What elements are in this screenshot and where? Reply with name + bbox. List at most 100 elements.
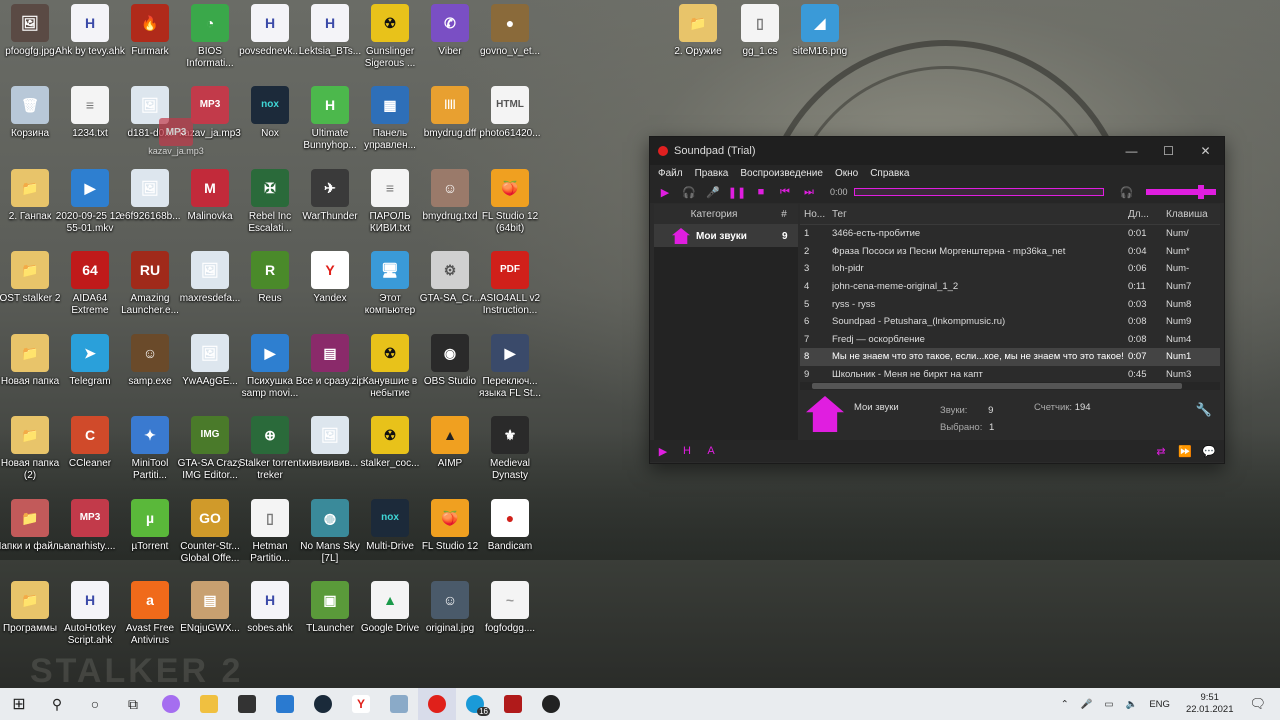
desktop-icon-image: 🖼 <box>191 334 229 372</box>
menu-help[interactable]: Справка <box>862 168 913 179</box>
microphone-icon[interactable]: 🎤 <box>704 185 722 199</box>
show-hidden-icons-icon[interactable]: ⌃ <box>1061 699 1069 710</box>
sound-hotkey: Num- <box>1166 263 1190 275</box>
chat-icon[interactable]: 💬 <box>1200 444 1218 458</box>
bottom-hotkey-icon[interactable]: H <box>678 444 696 458</box>
volume-slider[interactable] <box>1145 185 1216 199</box>
skype-icon[interactable]: 16 <box>456 688 494 720</box>
desktop-icon[interactable]: PDF ASIO4ALL v2 Instruction... <box>474 251 546 317</box>
desktop-icon-image: ▤ <box>311 334 349 372</box>
playback-time: 0:00 <box>830 187 848 197</box>
close-button[interactable]: ✕ <box>1187 144 1224 158</box>
sound-tag: Soundpad - Petushara_(lnkompmusic.ru) <box>832 316 1006 328</box>
menu-edit[interactable]: Правка <box>687 168 733 179</box>
menu-file[interactable]: Файл <box>650 168 687 179</box>
category-column-header[interactable]: Категория <box>654 209 774 220</box>
scrollbar-thumb[interactable] <box>812 383 1182 389</box>
desktop-icon[interactable]: HTML photo61420... <box>474 86 546 140</box>
sound-duration: 0:07 <box>1128 351 1147 363</box>
volume-icon[interactable]: 🔈 <box>1126 699 1138 710</box>
tag-column-header[interactable]: Тег <box>832 209 1128 220</box>
tray-microphone-icon[interactable]: 🎤 <box>1081 699 1093 710</box>
desktop-icon-image: H <box>311 86 349 124</box>
search-icon[interactable]: ⚲ <box>38 688 76 720</box>
network-icon[interactable]: ▭ <box>1105 699 1114 710</box>
sound-row[interactable]: 2 Фраза Пососи из Песни Моргенштерна - mp… <box>800 243 1220 261</box>
sound-row[interactable]: 3 loh-pidr 0:06 Num- <box>800 260 1220 278</box>
sound-row[interactable]: 1 3466-есть-пробитие 0:01 Num/ <box>800 225 1220 243</box>
cortana-app-icon[interactable] <box>152 688 190 720</box>
desktop-icon[interactable]: ◢ siteM16.png <box>784 4 856 58</box>
steam-icon[interactable] <box>304 688 342 720</box>
soundpad-taskbar-icon[interactable] <box>418 688 456 720</box>
desktop-icon[interactable]: ▶ Переключ... языка FL St... <box>474 334 546 400</box>
forward-icon[interactable]: ⏩ <box>1176 444 1194 458</box>
minimize-button[interactable]: — <box>1113 144 1150 158</box>
horizontal-scrollbar[interactable] <box>800 382 1220 390</box>
desktop-icon[interactable]: ⚜ Medieval Dynasty <box>474 416 546 482</box>
desktop-icon-image: nox <box>251 86 289 124</box>
sound-row[interactable]: 9 Школьник - Меня не биркт на капт 0:45 Num… <box>800 366 1220 384</box>
selected-label: Выбрано: <box>940 422 983 433</box>
number-column-header[interactable]: Но... <box>800 209 832 220</box>
hotkey-column-header[interactable]: Клавиша <box>1166 209 1220 220</box>
soundpad-logo-icon <box>658 146 668 156</box>
cortana-icon[interactable]: ○ <box>76 688 114 720</box>
menu-playback[interactable]: Воспроизведение <box>732 168 827 179</box>
title-bar[interactable]: Soundpad (Trial) — ☐ ✕ <box>650 137 1224 165</box>
seek-bar[interactable] <box>853 188 1104 196</box>
yandex-taskbar-icon[interactable]: Y <box>342 688 380 720</box>
sound-row[interactable]: 6 Soundpad - Petushara_(lnkompmusic.ru) 0:… <box>800 313 1220 331</box>
sound-tag: john-cena-meme-original_1_2 <box>832 281 959 293</box>
category-item[interactable]: Мои звуки 9 <box>654 225 798 247</box>
store-icon[interactable] <box>228 688 266 720</box>
language-indicator[interactable]: ENG <box>1149 699 1170 710</box>
photos-icon[interactable] <box>380 688 418 720</box>
wrench-icon[interactable]: 🔧 <box>1196 402 1212 418</box>
bottom-play-icon[interactable]: ▶ <box>654 444 672 458</box>
sound-row[interactable]: 4 john-cena-meme-original_1_2 0:11 Num7 <box>800 278 1220 296</box>
pause-icon[interactable]: ❚❚ <box>728 185 746 199</box>
headphones-icon[interactable]: 🎧 <box>680 185 698 199</box>
sound-number: 8 <box>804 351 810 363</box>
start-icon[interactable]: ⊞ <box>0 688 38 720</box>
volume-headphones-icon[interactable]: 🎧 <box>1118 185 1136 199</box>
desktop-icon-image: ⚙ <box>431 251 469 289</box>
desktop-icon-image: ☺ <box>431 581 469 619</box>
desktop-icon-image: 64 <box>71 251 109 289</box>
desktop-icon-image: 🖼 <box>131 169 169 207</box>
sound-row[interactable]: 7 Fredj — оскорбление 0:08 Num4 <box>800 331 1220 349</box>
menu-window[interactable]: Окно <box>827 168 862 179</box>
stop-icon[interactable]: ■ <box>752 185 770 199</box>
sound-row[interactable]: 8 Мы не знаем что это такое, если...кое, … <box>800 348 1220 366</box>
desktop-icon[interactable]: ● Bandicam <box>474 499 546 553</box>
desktop-icon[interactable]: ● govno_v_et... <box>474 4 546 58</box>
bottom-a-icon[interactable]: A <box>702 444 720 458</box>
sound-hotkey: Num/ <box>1166 228 1189 240</box>
roblox-icon[interactable] <box>494 688 532 720</box>
notifications-icon[interactable]: 🗨 <box>1249 696 1266 712</box>
category-count: 9 <box>782 230 788 242</box>
desktop-icon-image: GO <box>191 499 229 537</box>
duration-column-header[interactable]: Дл... <box>1128 209 1166 220</box>
desktop-icon[interactable]: ~ fogfodgg.... <box>474 581 546 635</box>
play-icon[interactable]: ▶ <box>656 185 674 199</box>
maximize-button[interactable]: ☐ <box>1150 144 1187 158</box>
sound-row[interactable]: 5 ryss - ryss 0:03 Num8 <box>800 295 1220 313</box>
counter-block: Счетчик: 194 <box>1034 402 1091 413</box>
repeat-icon[interactable]: ⇄ <box>1152 444 1170 458</box>
obs-taskbar-icon[interactable] <box>532 688 570 720</box>
soundpad-window[interactable]: Soundpad (Trial) — ☐ ✕ Файл Правка Воспр… <box>649 136 1225 464</box>
clock[interactable]: 9:51 22.01.2021 <box>1186 692 1234 716</box>
count-column-header[interactable]: # <box>774 209 794 220</box>
desktop-icon-image: |||| <box>431 86 469 124</box>
mail-icon[interactable] <box>266 688 304 720</box>
task-view-icon[interactable]: ⧉ <box>114 688 152 720</box>
desktop-icon[interactable]: 🍑 FL Studio 12 (64bit) <box>474 169 546 235</box>
volume-knob[interactable] <box>1197 185 1204 199</box>
previous-icon[interactable]: ⏮ <box>776 185 794 199</box>
desktop-icon-label: Medieval Dynasty <box>489 458 531 481</box>
next-icon[interactable]: ⏭ <box>800 185 818 199</box>
desktop-icon-image: ● <box>491 4 529 42</box>
file-explorer-icon[interactable] <box>190 688 228 720</box>
